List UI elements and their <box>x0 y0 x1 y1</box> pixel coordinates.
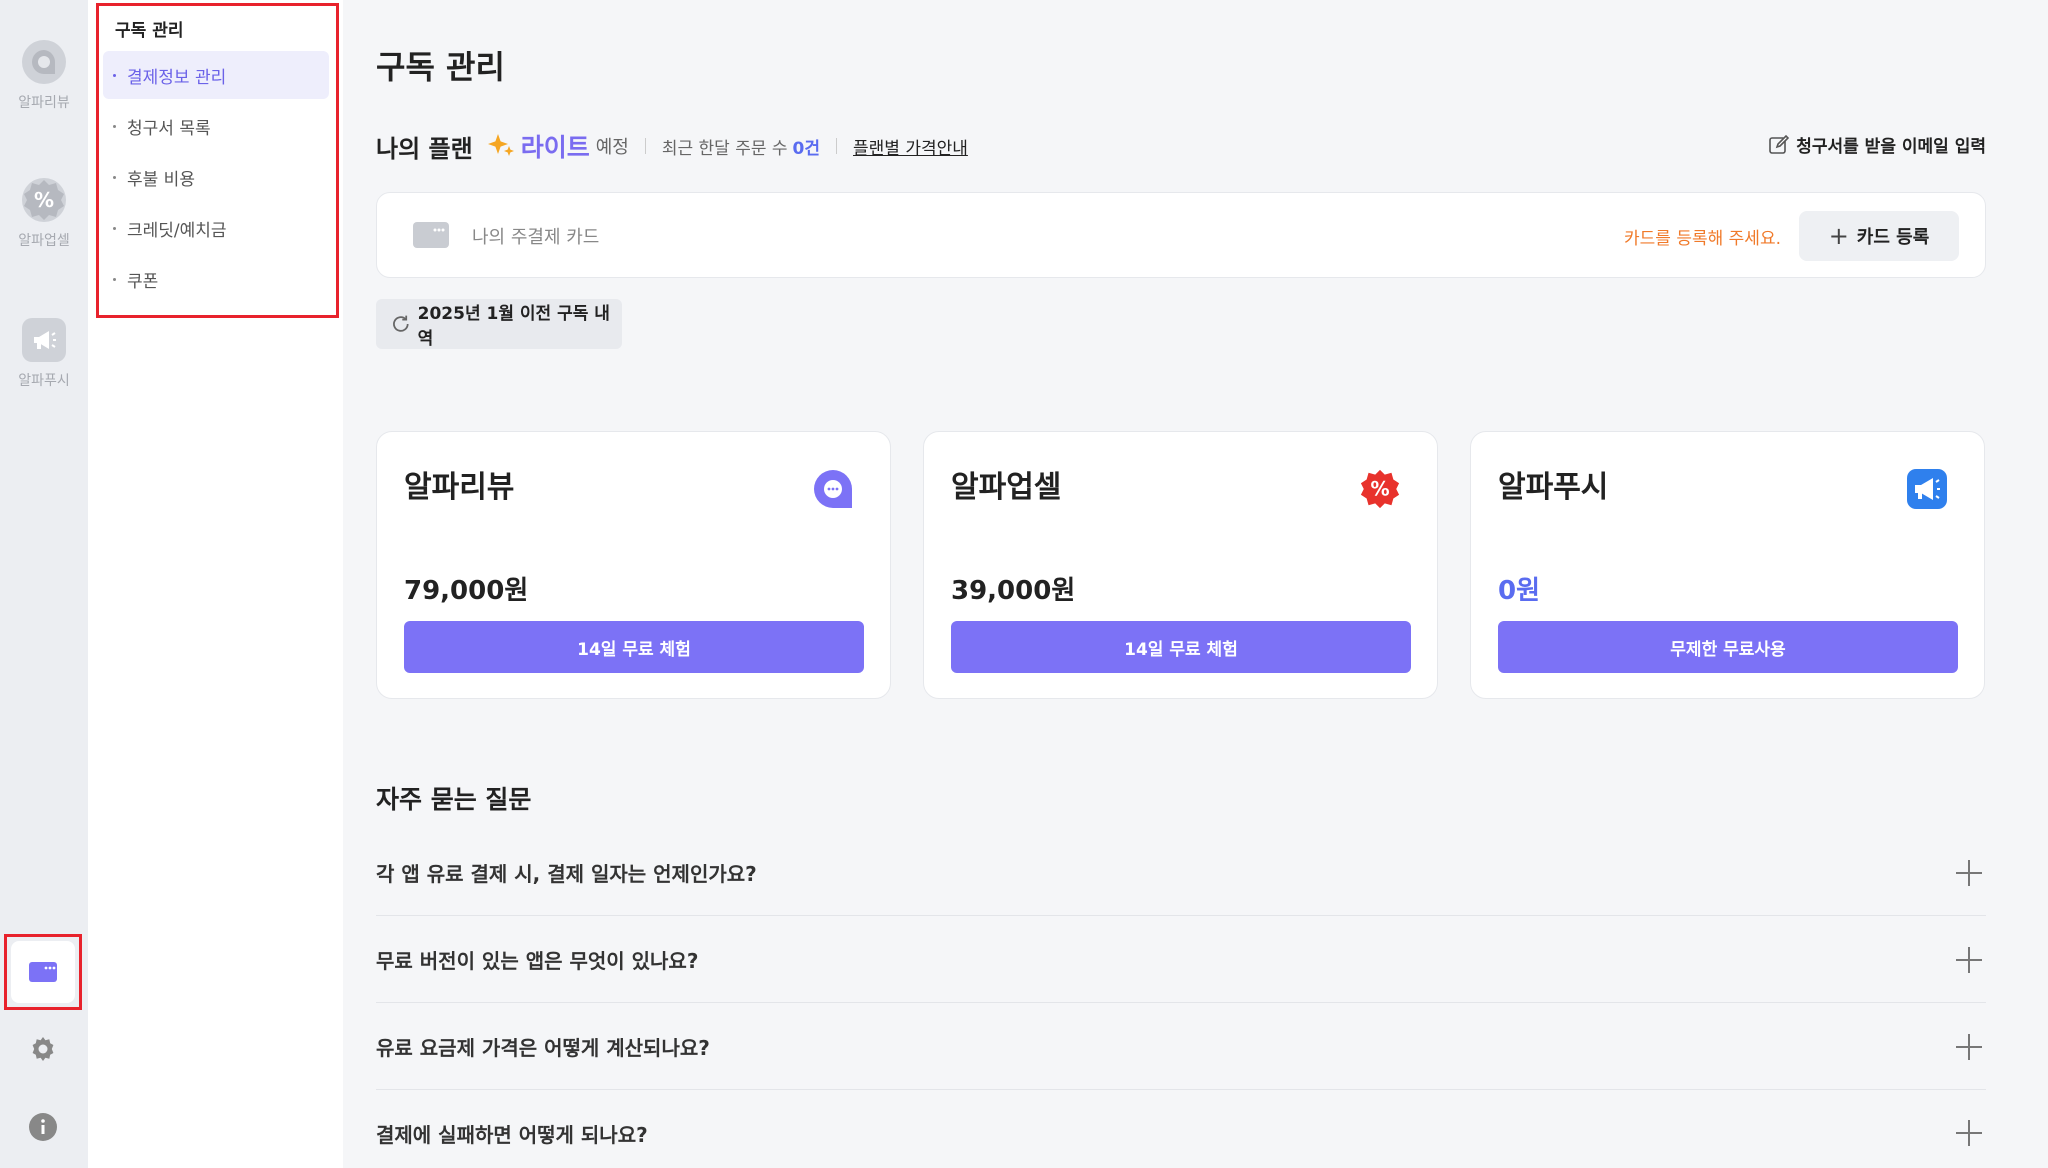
page-title: 구독 관리 <box>376 48 505 86</box>
edit-icon <box>1769 134 1790 154</box>
app-name: 알파업셀 <box>951 470 1062 505</box>
rail-app-alpha-upsell[interactable]: % 알파업셀 <box>0 178 88 250</box>
submenu-item-label: 쿠폰 <box>127 271 159 292</box>
app-card-alpha-upsell: 알파업셀 % 39,000원 14일 무료 체험 <box>923 431 1438 699</box>
free-trial-button[interactable]: 14일 무료 체험 <box>404 621 864 673</box>
chat-bubble-icon <box>22 40 66 84</box>
past-subscription-history-button[interactable]: 2025년 1월 이전 구독 내역 <box>376 299 622 349</box>
plus-icon[interactable] <box>1956 1033 1982 1060</box>
percent-badge-icon: % <box>22 178 66 222</box>
faq-question: 각 앱 유료 결제 시, 결제 일자는 언제인가요? <box>376 862 757 886</box>
submenu-item-payment-info[interactable]: 결제정보 관리 <box>103 51 329 99</box>
app-name: 알파리뷰 <box>404 470 515 505</box>
plan-pricing-link[interactable]: 플랜별 가격안내 <box>853 134 968 159</box>
faq-item[interactable]: 결제에 실패하면 어떻게 되나요? <box>376 1090 1986 1168</box>
bullet-icon <box>113 277 116 281</box>
submenu-item-label: 크레딧/예치금 <box>127 220 227 241</box>
plus-icon[interactable] <box>1956 946 1982 973</box>
rail-app-label: 알파푸시 <box>18 373 70 389</box>
orders-value: 0건 <box>792 138 820 159</box>
faq-item[interactable]: 유료 요금제 가격은 어떻게 계산되나요? <box>376 1004 1986 1090</box>
bullet-icon <box>113 226 116 230</box>
app-card-alpha-push: 알파푸시 0원 무제한 무료사용 <box>1470 431 1985 699</box>
rail-app-label: 알파리뷰 <box>18 95 70 111</box>
plus-icon[interactable] <box>1956 859 1982 886</box>
megaphone-icon <box>22 318 66 362</box>
rail-billing-button-inner <box>11 941 75 1003</box>
svg-text:%: % <box>1370 478 1389 501</box>
info-icon[interactable] <box>26 1110 60 1144</box>
chat-bubble-icon <box>814 470 852 508</box>
unlimited-free-button[interactable]: 무제한 무료사용 <box>1498 621 1958 673</box>
submenu-highlight-box: 구독 관리 결제정보 관리 청구서 목록 후불 비용 크레딧/예치금 쿠폰 <box>96 3 339 318</box>
percent-badge-icon: % <box>1360 469 1400 509</box>
rail-app-alpha-review[interactable]: 알파리뷰 <box>0 40 88 112</box>
submenu-item-coupon[interactable]: 쿠폰 <box>103 255 329 303</box>
rail-app-label: 알파업셀 <box>18 233 70 249</box>
plan-name: 라이트 <box>520 133 590 162</box>
refresh-icon <box>393 315 409 332</box>
sparkle-icon <box>487 134 514 156</box>
app-name: 알파푸시 <box>1498 470 1609 505</box>
plus-icon: + <box>1828 222 1849 250</box>
submenu-item-postpaid-cost[interactable]: 후불 비용 <box>103 153 329 201</box>
card-register-warning: 카드를 등록해 주세요. <box>1624 229 1781 249</box>
megaphone-icon <box>1907 469 1947 509</box>
submenu-item-label: 청구서 목록 <box>127 118 211 139</box>
bullet-icon <box>113 73 116 77</box>
app-rail: 알파리뷰 % 알파업셀 알파푸시 <box>0 0 88 1168</box>
register-card-button[interactable]: + 카드 등록 <box>1799 211 1959 261</box>
app-cards: 알파리뷰 79,000원 14일 무료 체험 알파업셀 % 39,000원 14… <box>376 431 1986 699</box>
plan-row: 나의 플랜 라이트 예정 최근 한달 주문 수 0건 플랜별 가격안내 청구서를… <box>376 128 1986 164</box>
primary-card-label: 나의 주결제 카드 <box>472 227 600 248</box>
submenu-item-invoice-list[interactable]: 청구서 목록 <box>103 102 329 150</box>
faq-title: 자주 묻는 질문 <box>376 785 532 814</box>
plus-icon[interactable] <box>1956 1120 1982 1146</box>
faq-question: 무료 버전이 있는 앱은 무엇이 있나요? <box>376 949 699 973</box>
card-icon <box>413 222 449 248</box>
invoice-email-label: 청구서를 받을 이메일 입력 <box>1796 137 1986 157</box>
app-price: 0원 <box>1498 576 1541 606</box>
plan-status: 예정 <box>595 137 629 158</box>
app-card-alpha-review: 알파리뷰 79,000원 14일 무료 체험 <box>376 431 891 699</box>
orders-label: 최근 한달 주문 수 <box>661 138 788 159</box>
gear-icon[interactable] <box>26 1032 60 1066</box>
primary-card-panel: 나의 주결제 카드 카드를 등록해 주세요. + 카드 등록 <box>376 192 1986 278</box>
register-card-label: 카드 등록 <box>1856 227 1930 248</box>
card-icon <box>29 962 57 982</box>
bullet-icon <box>113 175 116 179</box>
bullet-icon <box>113 124 116 128</box>
faq-item[interactable]: 각 앱 유료 결제 시, 결제 일자는 언제인가요? <box>376 830 1986 916</box>
faq-item[interactable]: 무료 버전이 있는 앱은 무엇이 있나요? <box>376 917 1986 1003</box>
rail-billing-button[interactable] <box>4 934 82 1010</box>
app-price: 39,000원 <box>951 576 1076 606</box>
submenu-title: 구독 관리 <box>115 21 184 41</box>
rail-app-alpha-push[interactable]: 알파푸시 <box>0 318 88 390</box>
divider <box>836 138 837 154</box>
submenu-item-label: 결제정보 관리 <box>127 67 227 88</box>
svg-text:%: % <box>34 188 54 212</box>
faq-question: 유료 요금제 가격은 어떻게 계산되나요? <box>376 1036 710 1060</box>
app-price: 79,000원 <box>404 576 529 606</box>
invoice-email-button[interactable]: 청구서를 받을 이메일 입력 <box>1768 132 1986 157</box>
subscription-submenu: 구독 관리 결제정보 관리 청구서 목록 후불 비용 크레딧/예치금 쿠폰 <box>88 0 343 1168</box>
free-trial-button[interactable]: 14일 무료 체험 <box>951 621 1411 673</box>
divider <box>644 138 646 154</box>
submenu-item-label: 후불 비용 <box>127 169 195 190</box>
past-subscription-history-label: 2025년 1월 이전 구독 내역 <box>417 304 610 349</box>
plan-label: 나의 플랜 <box>376 134 473 163</box>
submenu-item-credit-deposit[interactable]: 크레딧/예치금 <box>103 204 329 252</box>
faq-question: 결제에 실패하면 어떻게 되나요? <box>376 1122 648 1147</box>
